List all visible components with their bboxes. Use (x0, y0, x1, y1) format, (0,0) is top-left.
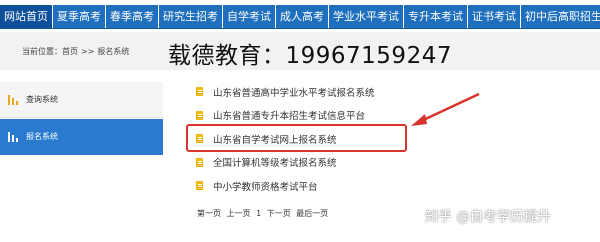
bar-chart-icon (8, 131, 18, 142)
sidebar-item-label: 报名系统 (26, 132, 58, 141)
sidebar: 查询系统 报名系统 (0, 82, 163, 156)
pagination: 第一页 上一页 1 下一页 最后一页 (197, 208, 331, 219)
pager-next[interactable]: 下一页 (267, 209, 291, 218)
highlight-box (186, 124, 407, 152)
nav-item-summer-exam[interactable]: 夏季高考 (53, 5, 106, 28)
nav-item-home[interactable]: 网站首页 (0, 5, 53, 28)
breadcrumb-separator: >> (81, 47, 95, 56)
breadcrumb-home-link[interactable]: 首页 (62, 47, 78, 56)
document-icon (196, 181, 203, 191)
sidebar-item-registration[interactable]: 报名系统 (0, 119, 163, 155)
red-arrow-icon (411, 92, 480, 126)
nav-item-self-study[interactable]: 自学考试 (223, 5, 276, 28)
nav-item-upgrade-exam[interactable]: 专升本考试 (404, 5, 468, 28)
document-icon (196, 110, 203, 120)
sidebar-item-label: 查询系统 (26, 95, 58, 104)
pager-last[interactable]: 最后一页 (296, 209, 328, 218)
breadcrumb-current: 报名系统 (97, 47, 130, 56)
pager-prev[interactable]: 上一页 (227, 209, 251, 218)
sidebar-item-query[interactable]: 查询系统 (0, 82, 163, 118)
pager-first[interactable]: 第一页 (197, 209, 221, 218)
zhihu-watermark: 知乎 @自考学历提升 (425, 209, 551, 225)
top-nav: 网站首页 夏季高考 春季高考 研究生招考 自学考试 成人高考 学业水平考试 专升… (0, 5, 600, 29)
nav-item-spring-exam[interactable]: 春季高考 (106, 5, 159, 28)
nav-item-adult-exam[interactable]: 成人高考 (276, 5, 329, 28)
document-icon (196, 157, 203, 167)
list-item[interactable]: 中小学教师资格考试平台 (196, 174, 375, 198)
document-icon (196, 87, 203, 97)
nav-item-graduate[interactable]: 研究生招考 (159, 5, 223, 28)
list-item-label: 全国计算机等级考试报名系统 (213, 158, 337, 170)
list-item[interactable]: 全国计算机等级考试报名系统 (196, 151, 375, 175)
nav-item-vocational[interactable]: 初中后高职招生 (521, 5, 600, 28)
nav-item-academic-level[interactable]: 学业水平考试 (329, 5, 404, 28)
pager-current: 1 (256, 209, 262, 218)
list-item-label: 山东省普通高中学业水平考试报名系统 (213, 87, 375, 99)
list-item-label: 山东省普通专升本招生考试信息平台 (213, 111, 366, 123)
list-item[interactable]: 山东省普通高中学业水平考试报名系统 (196, 80, 375, 104)
bar-chart-icon (8, 94, 18, 105)
breadcrumb-label: 当前位置： (22, 47, 62, 56)
list-item-label: 中小学教师资格考试平台 (213, 181, 318, 193)
nav-item-certificate[interactable]: 证书考试 (468, 5, 521, 28)
breadcrumb: 当前位置：首页 >> 报名系统 (22, 46, 129, 57)
contact-watermark-title: 载德教育：19967159247 (168, 43, 452, 69)
